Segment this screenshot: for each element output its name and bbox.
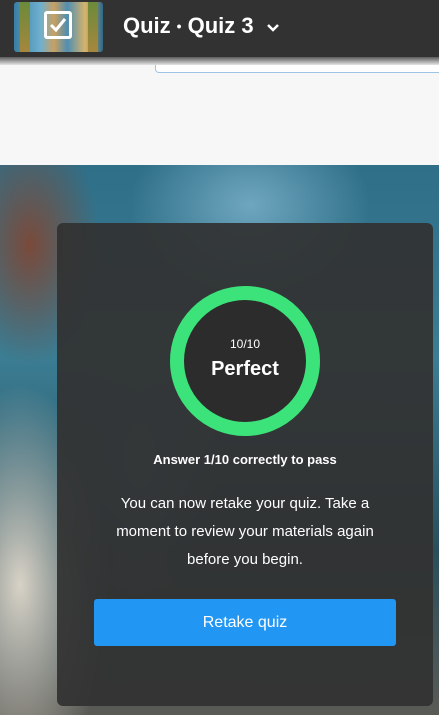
checkbox-checked-icon [44, 11, 72, 39]
palm-tree-decoration [88, 2, 98, 52]
quiz-thumbnail[interactable] [14, 2, 103, 52]
retake-quiz-button[interactable]: Retake quiz [94, 599, 396, 646]
result-card: 10/10 Perfect Answer 1/10 correctly to p… [57, 223, 433, 706]
palm-tree-decoration [20, 2, 30, 52]
content-area [0, 65, 439, 165]
top-bar: Quiz • Quiz 3 [0, 0, 439, 57]
quiz-result-page: Quiz • Quiz 3 10/10 Perfect Answer 1/10 … [0, 0, 439, 715]
quiz-title-dropdown[interactable]: Quiz • Quiz 3 [123, 13, 280, 39]
input-field-edge[interactable] [155, 65, 439, 73]
title-separator: • [176, 18, 182, 34]
header-shadow [0, 57, 439, 65]
pass-requirement: Answer 1/10 correctly to pass [153, 452, 337, 467]
score-text: 10/10 [229, 337, 261, 351]
grade-text: Perfect [211, 358, 279, 380]
retake-message: You can now retake your quiz. Take a mom… [116, 495, 374, 568]
chevron-down-icon [266, 13, 280, 39]
quiz-name: Quiz 3 [187, 13, 254, 38]
quiz-label: Quiz [123, 13, 171, 38]
